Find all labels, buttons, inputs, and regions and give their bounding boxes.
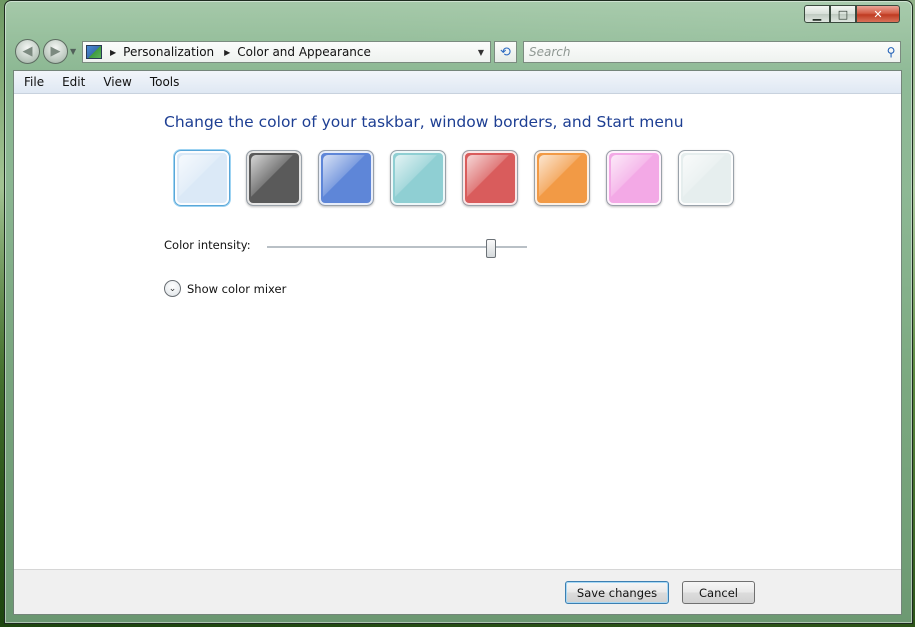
page-title: Change the color of your taskbar, window… xyxy=(164,113,684,131)
breadcrumb-chevron-icon[interactable]: ▶ xyxy=(110,48,116,57)
recent-pages-dropdown[interactable]: ▼ xyxy=(70,47,76,56)
breadcrumb-chevron-icon[interactable]: ▶ xyxy=(224,48,230,57)
swatch-red[interactable] xyxy=(462,150,518,206)
breadcrumb-personalization[interactable]: Personalization xyxy=(123,45,214,59)
menu-bar: File Edit View Tools xyxy=(14,71,901,94)
refresh-icon: ⟲ xyxy=(500,44,511,60)
menu-file[interactable]: File xyxy=(14,75,53,89)
minimize-button[interactable]: ▁ xyxy=(804,5,830,23)
refresh-button[interactable]: ⟲ xyxy=(494,41,517,63)
swatch-graphite[interactable] xyxy=(246,150,302,206)
color-appearance-window: ▁ □ ✕ ◀ ▶ ▼ ▶ Personalization ▶ Color an… xyxy=(4,0,913,624)
menu-tools[interactable]: Tools xyxy=(141,75,189,89)
maximize-button[interactable]: □ xyxy=(830,5,856,23)
forward-button[interactable]: ▶ xyxy=(43,39,68,64)
swatch-default[interactable] xyxy=(174,150,230,206)
footer-bar: Save changes Cancel xyxy=(14,569,901,614)
back-arrow-icon: ◀ xyxy=(22,44,33,59)
cancel-button[interactable]: Cancel xyxy=(682,581,755,604)
color-intensity-label: Color intensity: xyxy=(164,238,251,252)
caption-buttons: ▁ □ ✕ xyxy=(804,5,900,23)
control-panel-icon xyxy=(86,45,102,59)
swatch-blue[interactable] xyxy=(318,150,374,206)
search-box[interactable]: ⚲ xyxy=(523,41,901,63)
forward-arrow-icon: ▶ xyxy=(50,44,61,59)
menu-view[interactable]: View xyxy=(94,75,140,89)
close-button[interactable]: ✕ xyxy=(856,5,900,23)
show-color-mixer-label[interactable]: Show color mixer xyxy=(187,282,286,296)
swatch-teal[interactable] xyxy=(390,150,446,206)
show-color-mixer-toggle[interactable]: ⌄ Show color mixer xyxy=(164,280,286,297)
breadcrumb-color-appearance[interactable]: Color and Appearance xyxy=(237,45,371,59)
search-input[interactable] xyxy=(524,44,882,60)
address-bar[interactable]: ▶ Personalization ▶ Color and Appearance… xyxy=(82,41,491,63)
address-dropdown-icon[interactable]: ▼ xyxy=(472,48,490,57)
content-area: File Edit View Tools Change the color of… xyxy=(13,70,902,615)
navigation-bar: ◀ ▶ ▼ ▶ Personalization ▶ Color and Appe… xyxy=(13,39,904,65)
chevron-down-icon[interactable]: ⌄ xyxy=(164,280,181,297)
swatch-orange[interactable] xyxy=(534,150,590,206)
back-button[interactable]: ◀ xyxy=(15,39,40,64)
color-swatches xyxy=(174,150,734,206)
color-intensity-slider[interactable] xyxy=(267,239,527,259)
swatch-pink[interactable] xyxy=(606,150,662,206)
swatch-frost[interactable] xyxy=(678,150,734,206)
search-icon[interactable]: ⚲ xyxy=(882,45,900,59)
menu-edit[interactable]: Edit xyxy=(53,75,94,89)
save-changes-button[interactable]: Save changes xyxy=(565,581,669,604)
slider-thumb[interactable] xyxy=(485,239,496,258)
